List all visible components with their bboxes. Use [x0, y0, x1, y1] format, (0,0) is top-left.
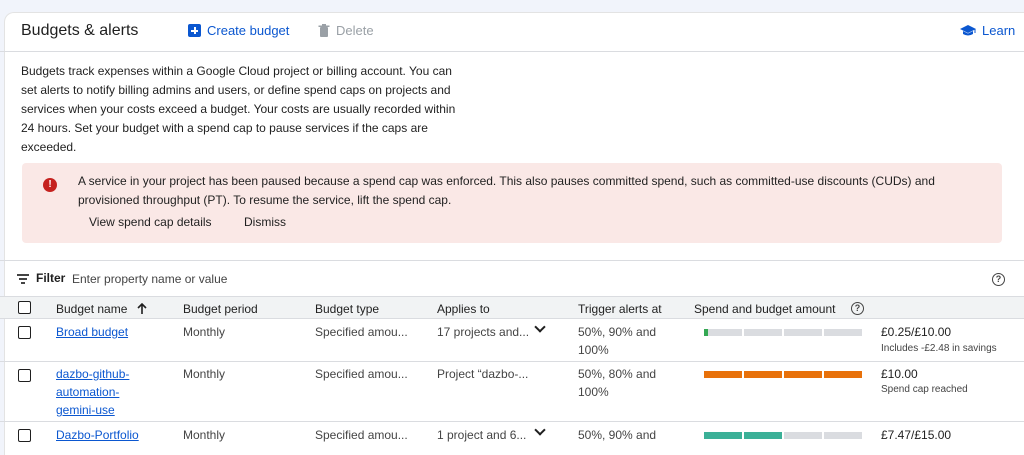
spend-amount: £0.25/£10.00: [881, 325, 952, 339]
chevron-down-icon[interactable]: [534, 321, 546, 333]
table-row: Broad budget Monthly Specified amou... 1…: [0, 319, 1024, 362]
filter-input[interactable]: [72, 269, 372, 289]
spend-cap-alert: ! A service in your project has been pau…: [22, 163, 1002, 243]
col-spend-amount: Spend and budget amount: [694, 302, 836, 316]
trigger-alerts: 50%, 80% and 100%: [578, 367, 657, 399]
create-budget-button[interactable]: Create budget: [188, 23, 289, 38]
budget-name-link[interactable]: Broad budget: [56, 323, 136, 341]
trigger-alerts: 50%, 90% and: [578, 428, 657, 442]
page-title: Budgets & alerts: [21, 22, 139, 39]
filter-bar: Filter ?: [0, 260, 1024, 296]
spend-help-icon[interactable]: ?: [851, 302, 864, 315]
add-icon: [188, 24, 201, 37]
filter-label: Filter: [36, 271, 66, 285]
col-budget-name[interactable]: Budget name: [56, 302, 147, 316]
view-spend-cap-details-button[interactable]: View spend cap details: [89, 215, 212, 229]
table-row: dazbo-github-automation-gemini-use Month…: [0, 362, 1024, 422]
trash-icon: [318, 24, 330, 37]
applies-to: 17 projects and...: [437, 325, 530, 339]
help-icon[interactable]: ?: [992, 273, 1005, 286]
progress-segment: [704, 432, 742, 439]
row-checkbox[interactable]: [18, 326, 31, 339]
school-icon: [960, 24, 976, 35]
spend-amount: £7.47/£15.00: [881, 428, 952, 442]
applies-to: 1 project and 6...: [437, 428, 527, 442]
budget-name-link[interactable]: dazbo-github-automation-gemini-use: [56, 365, 136, 419]
col-budget-type: Budget type: [315, 302, 380, 316]
spend-progress-bar: [704, 432, 862, 439]
alert-message: A service in your project has been pause…: [78, 174, 935, 207]
progress-segment: [744, 329, 782, 336]
spend-progress-bar: [704, 371, 862, 378]
spend-note: Spend cap reached: [881, 384, 968, 395]
budget-period: Monthly: [183, 367, 226, 381]
delete-button[interactable]: Delete: [318, 23, 374, 38]
progress-fill: [704, 432, 742, 439]
table-header: Budget name Budget period Budget type Ap…: [0, 296, 1024, 319]
progress-segment: [784, 432, 822, 439]
budget-type: Specified amou...: [315, 367, 408, 381]
budgets-table: Budget name Budget period Budget type Ap…: [0, 296, 1024, 455]
applies-to: Project “dazbo-...: [437, 367, 529, 381]
row-checkbox[interactable]: [18, 369, 31, 382]
progress-fill: [744, 371, 782, 378]
page-header: Budgets & alerts Create budget Delete Le…: [0, 12, 1024, 52]
trigger-alerts: 50%, 90% and 100%: [578, 325, 657, 357]
progress-segment: [704, 329, 742, 336]
progress-segment: [824, 371, 862, 378]
progress-segment: [824, 432, 862, 439]
progress-fill: [744, 432, 782, 439]
arrow-up-icon: [137, 302, 147, 314]
progress-fill: [784, 371, 822, 378]
progress-segment: [784, 371, 822, 378]
col-applies-to: Applies to: [437, 302, 490, 316]
progress-segment: [784, 329, 822, 336]
chevron-down-icon[interactable]: [534, 424, 546, 436]
delete-label: Delete: [336, 23, 374, 38]
col-budget-period: Budget period: [183, 302, 258, 316]
progress-segment: [824, 329, 862, 336]
create-budget-label: Create budget: [207, 23, 290, 38]
progress-fill: [824, 371, 862, 378]
dismiss-button[interactable]: Dismiss: [244, 215, 286, 229]
spend-note: Includes -£2.48 in savings: [881, 343, 997, 354]
budget-name-link[interactable]: Dazbo-Portfolio: [56, 426, 156, 444]
budget-period: Monthly: [183, 428, 226, 442]
spend-progress-bar: [704, 329, 862, 336]
budget-type: Specified amou...: [315, 325, 408, 339]
progress-segment: [704, 371, 742, 378]
spend-amount: £10.00: [881, 367, 918, 381]
budgets-description: Budgets track expenses within a Google C…: [21, 64, 456, 154]
error-icon: !: [43, 178, 57, 192]
learn-label: Learn: [982, 23, 1016, 38]
filter-icon[interactable]: [17, 274, 31, 284]
progress-fill: [704, 329, 708, 336]
budget-type: Specified amou...: [315, 428, 408, 442]
col-trigger-alerts: Trigger alerts at: [578, 302, 662, 316]
table-row: Dazbo-Portfolio Monthly Specified amou..…: [0, 422, 1024, 455]
budget-period: Monthly: [183, 325, 226, 339]
row-checkbox[interactable]: [18, 429, 31, 442]
learn-button[interactable]: Learn: [960, 23, 1015, 38]
progress-fill: [704, 371, 742, 378]
select-all-checkbox[interactable]: [18, 301, 31, 314]
progress-segment: [744, 371, 782, 378]
progress-segment: [744, 432, 782, 439]
